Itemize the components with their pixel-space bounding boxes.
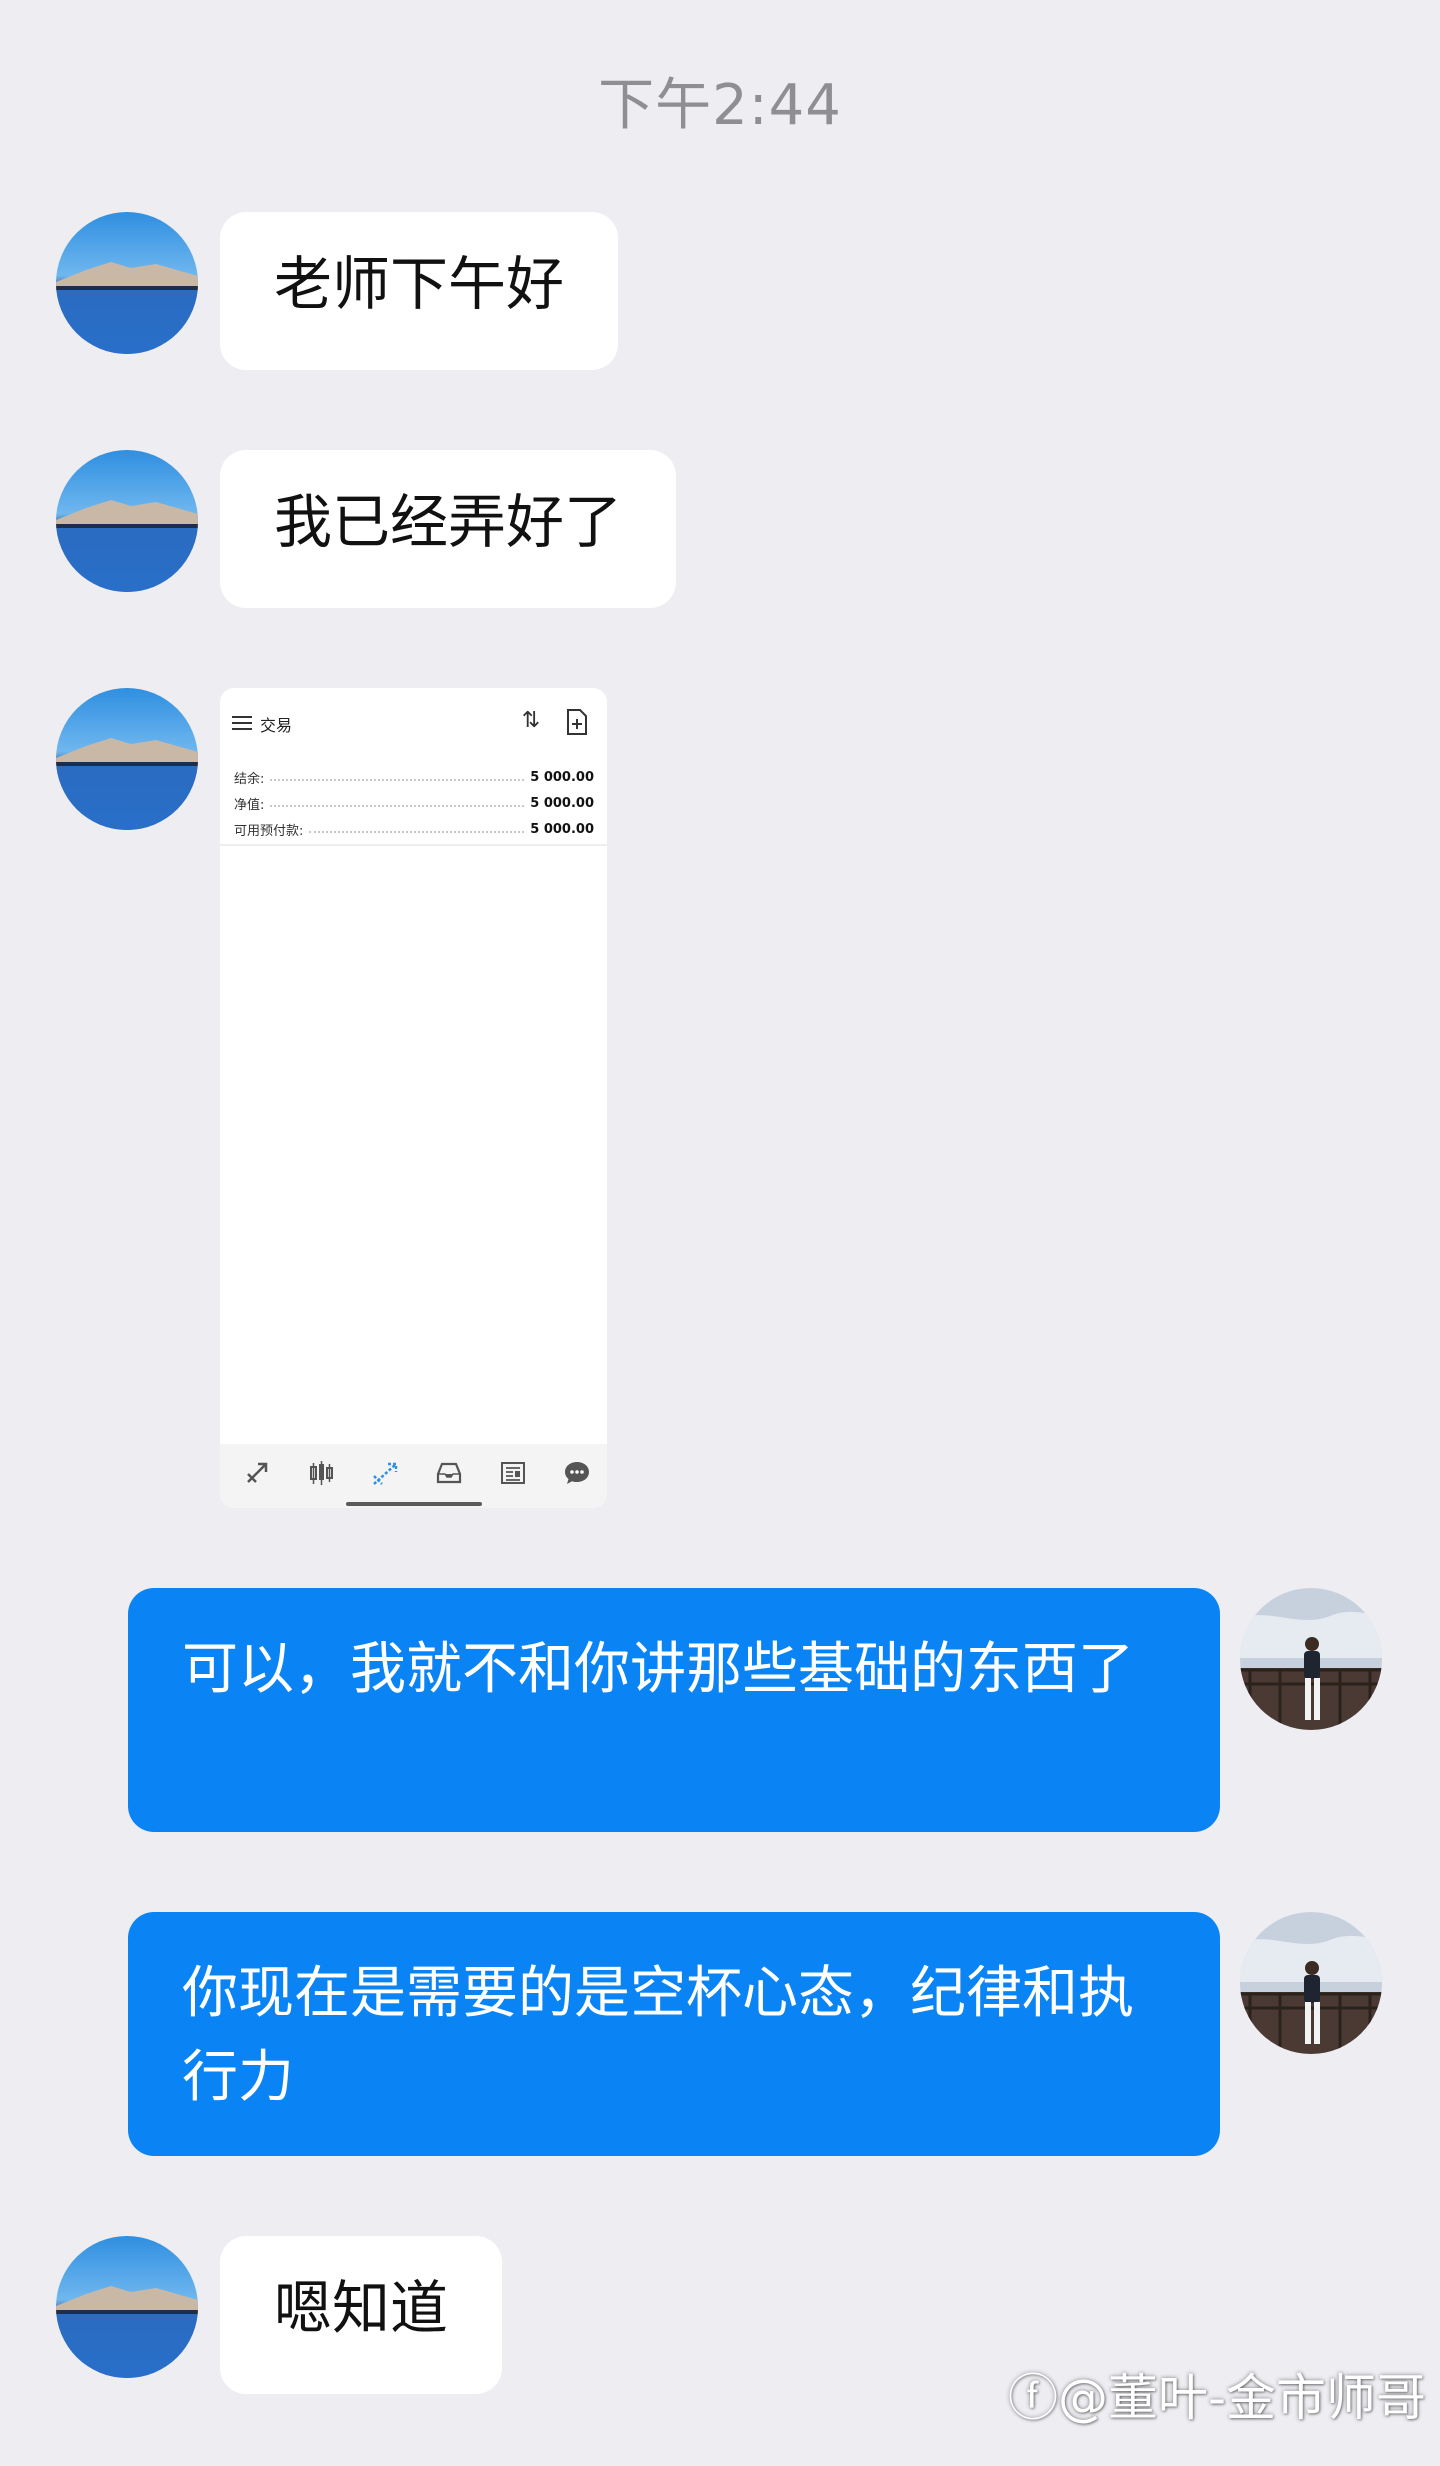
- incoming-message-bubble[interactable]: 老师下午好: [220, 212, 619, 370]
- message-text: 你现在是需要的是空杯心态，纪律和执行力: [182, 1961, 1134, 2110]
- incoming-message-bubble[interactable]: 嗯知道: [220, 2236, 503, 2394]
- message-text: 嗯知道: [274, 2274, 449, 2342]
- incoming-message-bubble[interactable]: 我已经弄好了: [220, 450, 677, 608]
- sort-icon: ⇅: [521, 708, 541, 733]
- news-icon: [498, 1458, 528, 1488]
- summary-value: 5 000.00: [530, 795, 594, 811]
- dotted-leader: [270, 779, 525, 781]
- new-document-icon: [564, 708, 590, 736]
- lake-mountain-avatar-icon: [56, 688, 198, 830]
- chart-icon: [306, 1458, 336, 1488]
- summary-label: 结余:: [234, 771, 265, 787]
- trade-icon: [242, 1458, 272, 1488]
- summary-row: 净值: 5 000.00: [234, 790, 594, 816]
- home-indicator: [346, 1502, 482, 1506]
- image-message[interactable]: 交易 ⇅ 结余: 5 000.00 净值: 5 000.00 可用预付款: 5 …: [220, 688, 607, 1508]
- chat-icon: [562, 1458, 592, 1488]
- person-on-bridge-avatar-icon: [1240, 1588, 1382, 1730]
- account-summary: 结余: 5 000.00 净值: 5 000.00 可用预付款: 5 000.0…: [234, 764, 594, 842]
- dotted-leader: [309, 831, 525, 833]
- screenshot-tab-bar: [220, 1444, 607, 1508]
- message-timestamp: 下午2:44: [598, 73, 842, 138]
- message-text: 可以，我就不和你讲那些基础的东西了: [182, 1637, 1134, 1702]
- contact-avatar[interactable]: [56, 2236, 198, 2378]
- outgoing-message-bubble[interactable]: 可以，我就不和你讲那些基础的东西了: [128, 1588, 1220, 1832]
- outgoing-message-bubble[interactable]: 你现在是需要的是空杯心态，纪律和执行力: [128, 1912, 1220, 2156]
- trade-active-icon: [370, 1458, 400, 1488]
- chat-screen: 下午2:44 老师下午好 我已经弄好了 交易 ⇅ 结余: 5 000.00 净值…: [0, 0, 1440, 2466]
- contact-avatar[interactable]: [56, 688, 198, 830]
- contact-avatar[interactable]: [56, 212, 198, 354]
- summary-label: 净值:: [234, 797, 265, 813]
- inbox-icon: [434, 1458, 464, 1488]
- user-avatar[interactable]: [1240, 1588, 1382, 1730]
- lake-mountain-avatar-icon: [56, 2236, 198, 2378]
- screenshot-header: 交易 ⇅: [220, 688, 607, 752]
- summary-row: 可用预付款: 5 000.00: [234, 816, 594, 842]
- person-on-bridge-avatar-icon: [1240, 1912, 1382, 2054]
- user-avatar[interactable]: [1240, 1912, 1382, 2054]
- message-text: 我已经弄好了: [274, 488, 623, 556]
- lake-mountain-avatar-icon: [56, 212, 198, 354]
- dotted-leader: [270, 805, 525, 807]
- contact-avatar[interactable]: [56, 450, 198, 592]
- summary-row: 结余: 5 000.00: [234, 764, 594, 790]
- divider: [220, 844, 607, 846]
- watermark: ⓕ@董叶-金市师哥: [1008, 2358, 1426, 2430]
- summary-value: 5 000.00: [530, 821, 594, 837]
- menu-icon: [232, 716, 252, 730]
- lake-mountain-avatar-icon: [56, 450, 198, 592]
- watermark-text: @董叶-金市师哥: [1057, 2369, 1426, 2427]
- screenshot-title: 交易: [260, 716, 293, 735]
- summary-value: 5 000.00: [530, 769, 594, 785]
- summary-label: 可用预付款:: [234, 823, 304, 839]
- message-text: 老师下午好: [274, 250, 565, 318]
- weibo-logo-icon: ⓕ: [1007, 2369, 1058, 2427]
